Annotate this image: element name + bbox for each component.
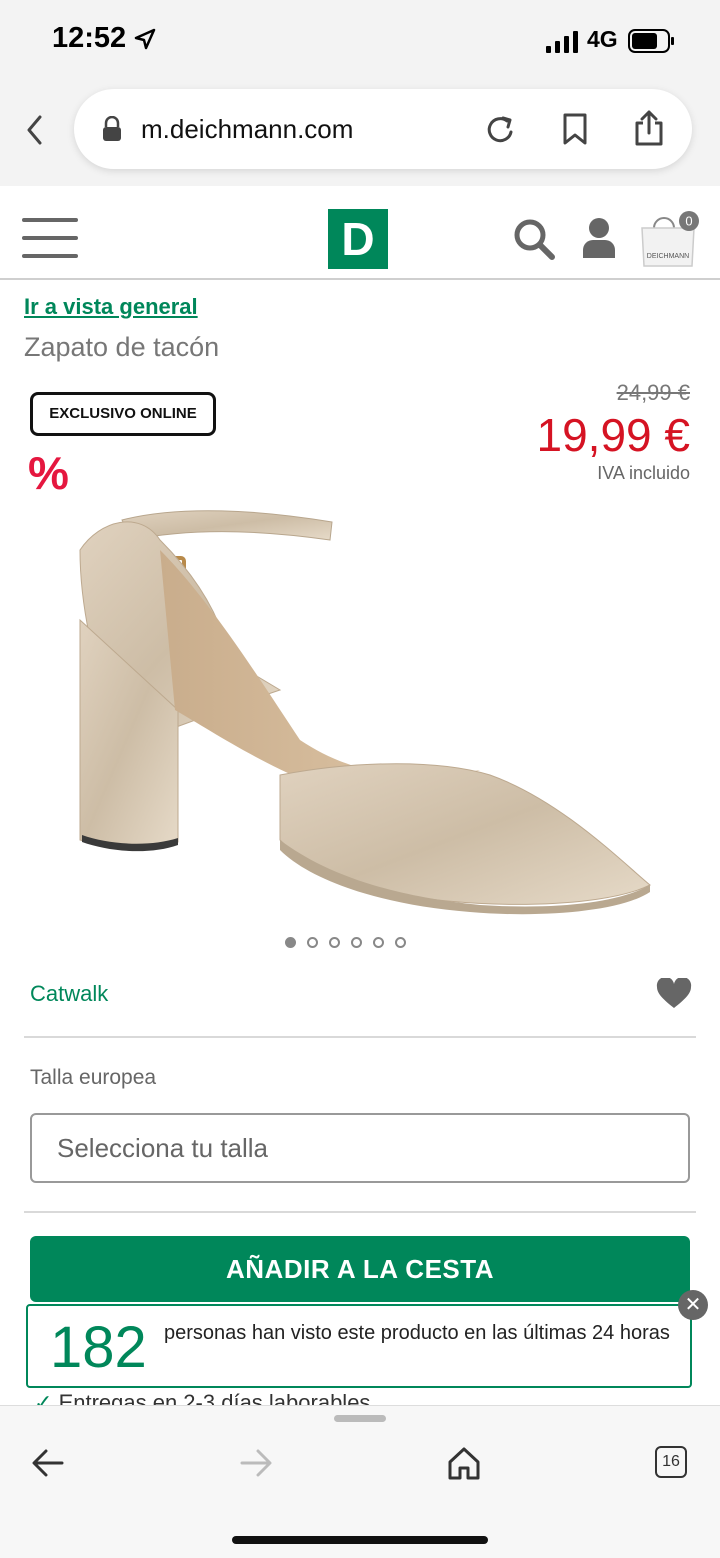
signal-icon [546, 31, 578, 53]
account-icon[interactable] [581, 216, 617, 260]
carousel-dot[interactable] [329, 937, 340, 948]
carousel-dot[interactable] [351, 937, 362, 948]
carousel-dot[interactable] [285, 937, 296, 948]
tabs-button[interactable]: 16 [655, 1446, 687, 1478]
views-count: 182 [50, 1315, 147, 1380]
home-indicator [232, 1536, 488, 1544]
divider [24, 1036, 696, 1038]
old-price: 24,99 € [616, 380, 690, 405]
carousel-dot[interactable] [307, 937, 318, 948]
image-carousel-dots[interactable] [285, 935, 417, 953]
product-title: Zapato de tacón [24, 332, 220, 362]
carousel-dot[interactable] [373, 937, 384, 948]
heart-icon[interactable] [656, 978, 692, 1010]
cart-bag-icon[interactable]: DEICHMANN 0 [640, 210, 704, 268]
url-text[interactable]: m.deichmann.com [141, 114, 353, 145]
back-chevron-icon[interactable] [24, 114, 46, 146]
hamburger-menu-icon[interactable] [22, 217, 78, 259]
close-icon[interactable]: ✕ [678, 1290, 708, 1320]
overview-link[interactable]: Ir a vista general [24, 294, 198, 320]
size-select[interactable]: Selecciona tu talla [30, 1113, 690, 1183]
exclusive-online-badge: EXCLUSIVO ONLINE [30, 392, 216, 436]
current-price: 19,99 € [536, 409, 690, 461]
brand-link[interactable]: Catwalk [30, 981, 108, 1007]
sheet-grabber[interactable] [334, 1415, 386, 1422]
search-icon[interactable] [513, 218, 555, 260]
forward-arrow-icon[interactable] [240, 1449, 272, 1477]
location-arrow-icon [134, 28, 156, 50]
network-label: 4G [587, 26, 618, 52]
add-to-cart-button[interactable]: AÑADIR A LA CESTA [30, 1236, 690, 1302]
status-time: 12:52 [52, 22, 127, 54]
divider [24, 1211, 696, 1213]
share-icon[interactable] [634, 110, 664, 146]
cart-bag-label: DEICHMANN [647, 253, 689, 260]
home-icon[interactable] [447, 1446, 481, 1480]
product-image[interactable] [60, 480, 660, 930]
battery-icon [628, 29, 674, 53]
size-label: Talla europea [30, 1066, 157, 1089]
reload-icon[interactable] [486, 114, 516, 146]
back-arrow-icon[interactable] [32, 1449, 64, 1477]
deichmann-logo[interactable]: D [328, 209, 388, 269]
views-text: personas han visto este producto en las … [164, 1322, 670, 1344]
lock-icon [103, 116, 121, 141]
bookmark-icon[interactable] [562, 113, 588, 145]
carousel-dot[interactable] [395, 937, 406, 948]
cart-count-badge: 0 [685, 214, 692, 229]
